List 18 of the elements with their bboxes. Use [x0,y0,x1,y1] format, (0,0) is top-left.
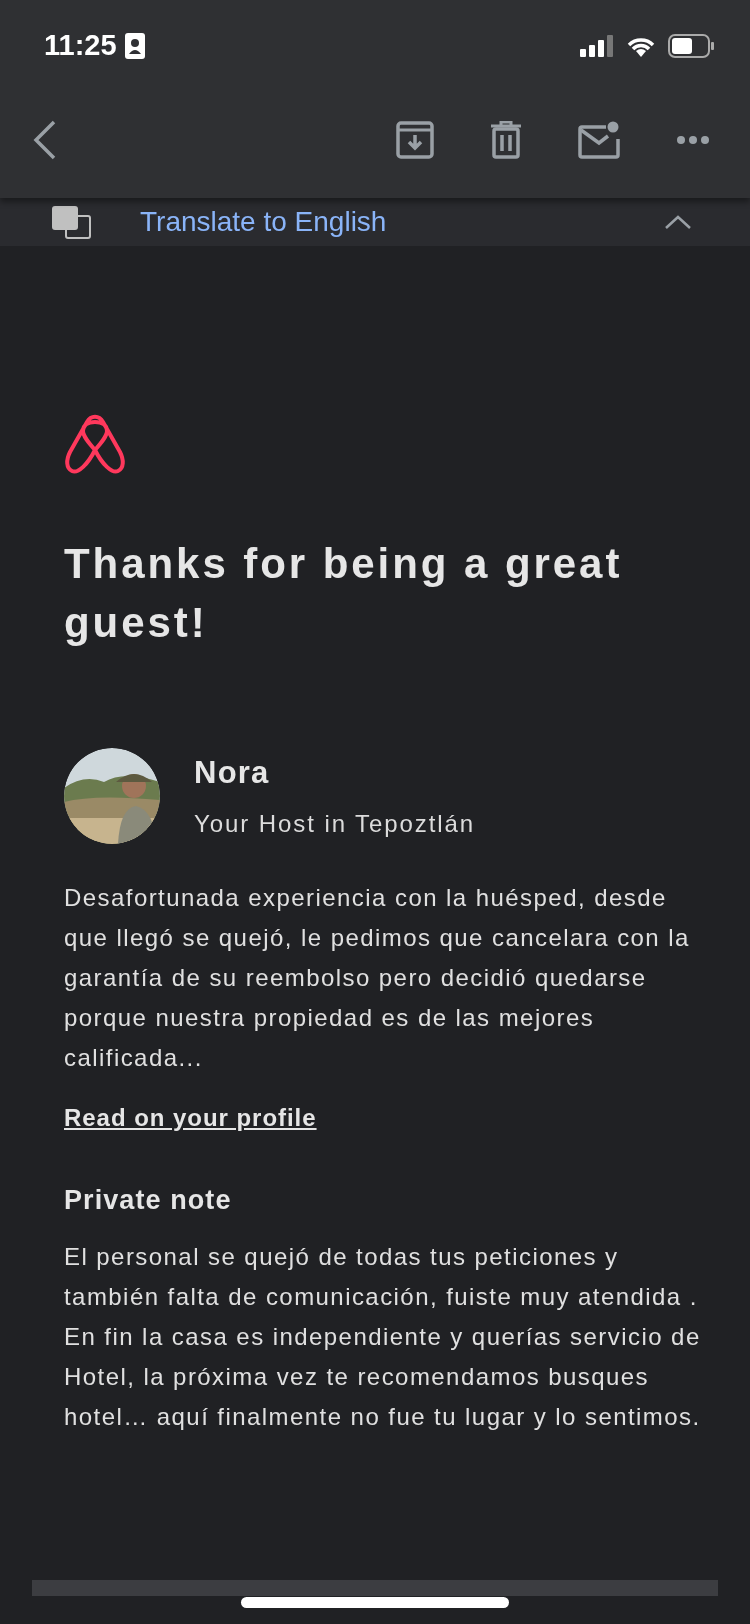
host-name: Nora [194,753,271,792]
host-subtitle: Your Host in Tepoztlán [194,809,476,840]
status-time: 11:25 [44,28,117,63]
back-icon[interactable] [32,120,58,160]
battery-icon [668,33,714,58]
private-note-text: El personal se quejó de todas tus peticiones y también falta de comunicación, fuiste muy atendida . En fin la casa es independiente y querías servicio de Hotel, la próxima vez te recomendamos busques hotel… aquí finalmente no fue tu lugar y lo sentimos. [64,1241,702,1432]
more-icon[interactable] [676,135,710,145]
signal-icon [580,34,614,57]
delete-icon[interactable] [490,121,522,159]
archive-icon[interactable] [396,121,434,159]
private-note-heading: Private note [64,1184,233,1217]
email-title: Thanks for being a great guest! [64,539,624,648]
translate-icon[interactable] [52,204,92,240]
review-text: Desafortunada experiencia con la huésped, desde que llegó se quejó, le pedimos que cancelara con la garantía de su reembolso pero decidió quedarse porque nuestra propiedad es de las mejores calificada... [64,883,691,1073]
collapse-icon[interactable] [664,214,692,230]
translate-link[interactable]: Translate to English [140,205,387,239]
mark-unread-icon[interactable] [578,121,620,159]
profile-link[interactable]: Read on your profile [64,1100,317,1136]
